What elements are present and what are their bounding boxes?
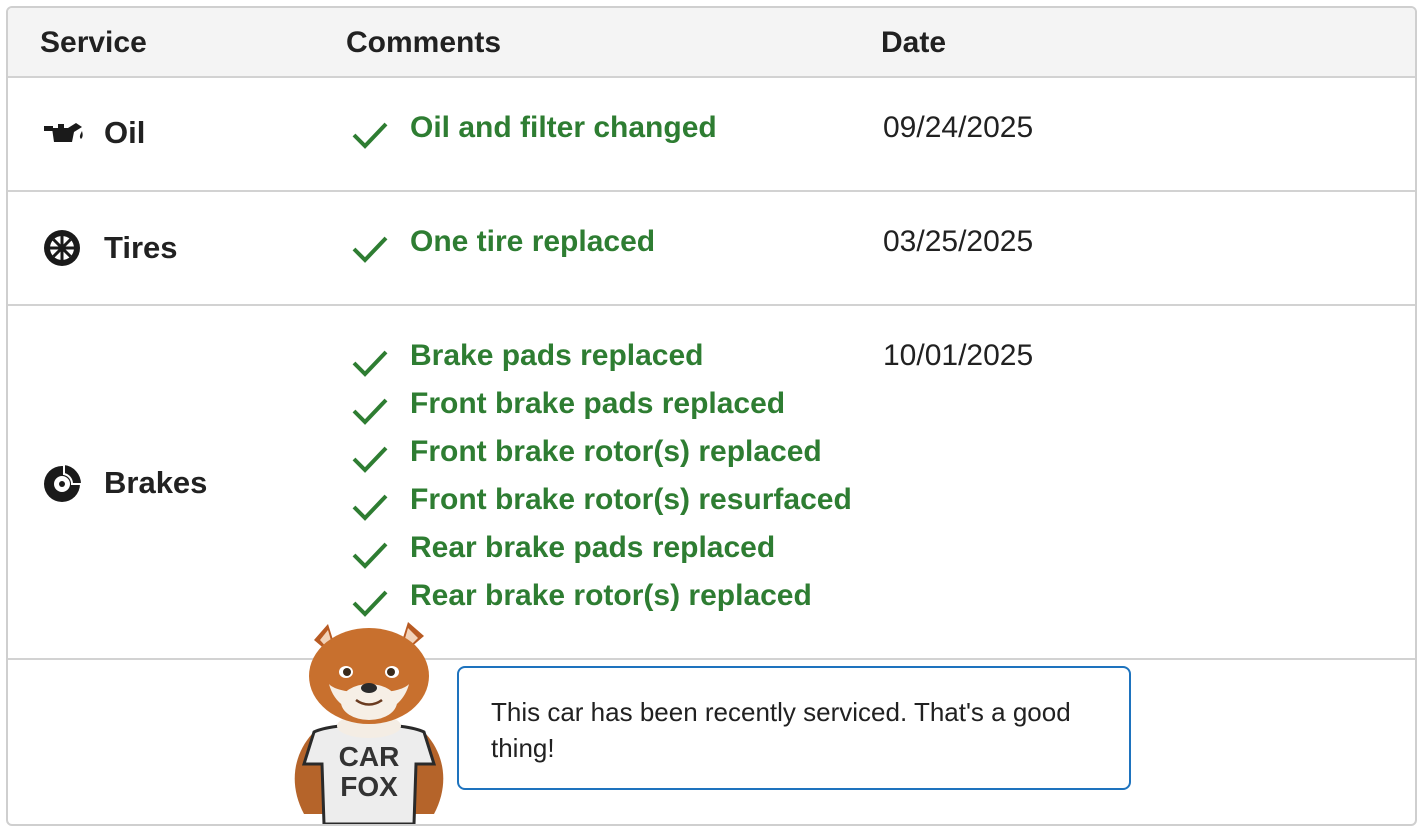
list-item: Front brake pads replaced	[348, 387, 852, 436]
list-item: Brake pads replaced	[348, 339, 852, 388]
comment-text: Oil and filter changed	[410, 111, 717, 144]
table-row-oil: Oil Oil and filter changed 09/24/2025	[8, 78, 1415, 192]
service-label: Oil	[104, 115, 146, 150]
list-item: Rear brake pads replaced	[348, 531, 852, 580]
comments-list: One tire replaced	[348, 225, 656, 274]
carfox-mascot: CAR FOX	[284, 614, 454, 826]
service-date: 09/24/2025	[883, 111, 1034, 144]
table-row-brakes: Brakes Brake pads replaced Front brake p…	[8, 306, 1415, 660]
comment-text: Front brake rotor(s) resurfaced	[410, 483, 852, 516]
table-row-tires: Tires One tire replaced 03/25/2025	[8, 192, 1415, 306]
table-header: Service Comments Date	[8, 8, 1415, 78]
check-icon	[352, 122, 388, 149]
service-cell: Tires	[42, 226, 178, 270]
mascot-message: This car has been recently serviced. Tha…	[491, 697, 1071, 763]
service-date: 03/25/2025	[883, 225, 1034, 258]
comment-text: Brake pads replaced	[410, 339, 704, 372]
mascot-speech-bubble: This car has been recently serviced. Tha…	[457, 666, 1131, 790]
list-item: Oil and filter changed	[348, 111, 717, 160]
check-icon	[352, 350, 388, 377]
check-icon	[352, 542, 388, 569]
header-date: Date	[881, 26, 947, 59]
service-cell: Brakes	[42, 461, 207, 505]
header-service: Service	[40, 26, 147, 59]
service-label: Brakes	[104, 465, 208, 500]
svg-text:FOX: FOX	[340, 771, 398, 802]
brake-disc-icon	[42, 461, 88, 505]
check-icon	[352, 494, 388, 521]
list-item: Front brake rotor(s) replaced	[348, 435, 852, 484]
comments-list: Oil and filter changed	[348, 111, 717, 160]
list-item: Front brake rotor(s) resurfaced	[348, 483, 852, 532]
header-comments: Comments	[346, 26, 502, 59]
oil-can-icon	[42, 111, 88, 155]
comment-text: Front brake rotor(s) replaced	[410, 435, 822, 468]
list-item: One tire replaced	[348, 225, 656, 274]
check-icon	[352, 446, 388, 473]
comment-text: Rear brake pads replaced	[410, 531, 776, 564]
service-cell: Oil	[42, 111, 145, 155]
svg-text:CAR: CAR	[339, 741, 400, 772]
comment-text: Front brake pads replaced	[410, 387, 786, 420]
comments-list: Brake pads replaced Front brake pads rep…	[348, 339, 852, 628]
tire-icon	[42, 226, 88, 270]
check-icon	[352, 236, 388, 263]
check-icon	[352, 398, 388, 425]
comment-text: One tire replaced	[410, 225, 656, 258]
service-label: Tires	[104, 230, 178, 265]
comment-text: Rear brake rotor(s) replaced	[410, 579, 812, 612]
service-date: 10/01/2025	[883, 339, 1034, 372]
